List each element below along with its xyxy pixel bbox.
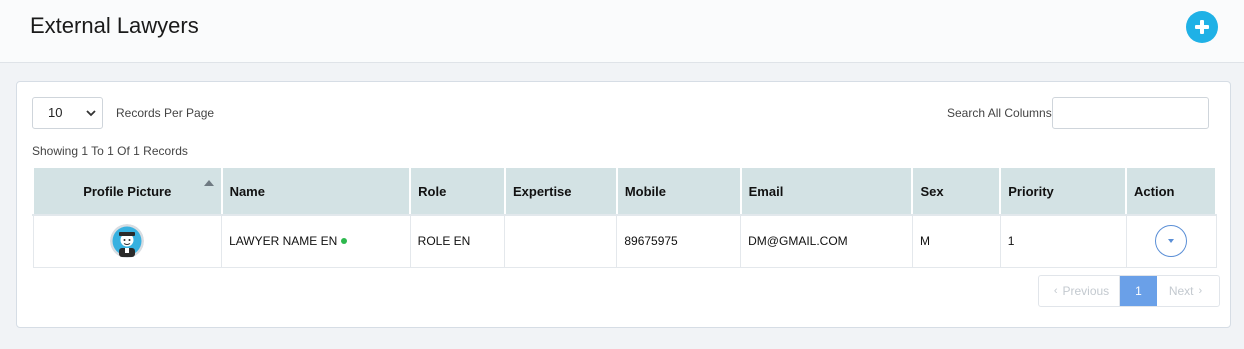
records-count-text: Showing 1 To 1 Of 1 Records: [32, 144, 188, 158]
add-lawyer-button[interactable]: [1186, 11, 1218, 43]
cell-profile-picture: [32, 214, 223, 268]
row-action-dropdown-button[interactable]: [1155, 225, 1188, 258]
search-label: Search All Columns: [947, 106, 1052, 120]
column-header-role[interactable]: Role: [409, 166, 506, 216]
cell-expertise: [504, 214, 618, 268]
table-row: LAWYER NAME EN ROLE EN 89675975 DM@GMAIL…: [32, 214, 1217, 268]
lawyer-name: LAWYER NAME EN: [229, 234, 338, 249]
pagination: ‹ Previous 1 Next ›: [1038, 275, 1220, 307]
page-header: External Lawyers: [0, 0, 1244, 63]
cell-email: DM@GMAIL.COM: [740, 214, 913, 268]
search-input[interactable]: [1052, 97, 1209, 129]
column-header-expertise[interactable]: Expertise: [503, 166, 618, 216]
sort-ascending-icon[interactable]: [203, 180, 214, 186]
table-header-row: Profile Picture Name Role Expertise Mobi…: [32, 166, 1217, 216]
page-button-1[interactable]: 1: [1120, 276, 1157, 306]
column-header-name[interactable]: Name: [220, 166, 412, 216]
records-per-page-label: Records Per Page: [116, 106, 215, 120]
chevron-down-icon: [1168, 239, 1175, 244]
cell-priority: 1: [999, 214, 1127, 268]
next-page-button[interactable]: Next ›: [1157, 276, 1219, 306]
column-header-action: Action: [1125, 166, 1217, 216]
cell-role: ROLE EN: [409, 214, 506, 268]
cell-action: [1125, 214, 1217, 268]
page-title: External Lawyers: [30, 13, 199, 38]
column-header-sex[interactable]: Sex: [911, 166, 1002, 216]
records-per-page-value: 10: [48, 105, 63, 120]
column-header-profile-picture[interactable]: Profile Picture: [32, 166, 223, 216]
chevron-left-icon: ‹: [1053, 285, 1058, 297]
cell-name: LAWYER NAME EN: [221, 214, 411, 268]
records-per-page-select[interactable]: 10: [32, 97, 103, 129]
column-header-email[interactable]: Email: [739, 166, 914, 216]
cell-mobile: 89675975: [616, 214, 742, 268]
chevron-right-icon: ›: [1198, 285, 1203, 297]
lawyers-table: Profile Picture Name Role Expertise Mobi…: [32, 166, 1217, 268]
online-status-dot: [341, 238, 348, 245]
column-header-priority[interactable]: Priority: [999, 166, 1128, 216]
column-header-mobile[interactable]: Mobile: [615, 166, 742, 216]
plus-circle-icon: [1195, 20, 1209, 34]
lawyers-card: 10 Records Per Page Search All Columns S…: [16, 81, 1231, 328]
previous-page-button[interactable]: ‹ Previous: [1039, 276, 1120, 306]
cell-sex: M: [911, 214, 1001, 268]
avatar-icon[interactable]: [110, 224, 145, 259]
chevron-down-icon: [86, 110, 96, 117]
